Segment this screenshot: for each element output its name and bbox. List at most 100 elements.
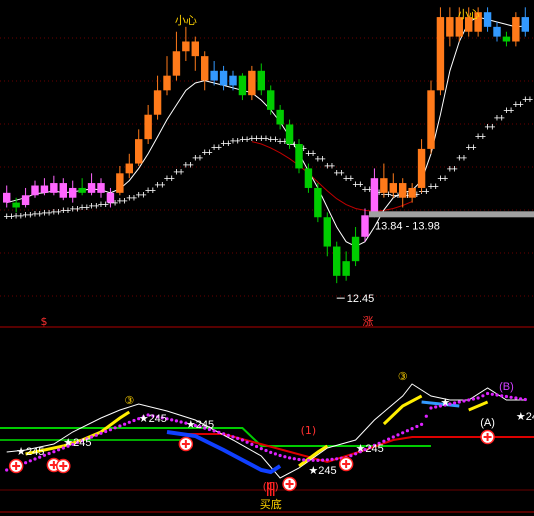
candle-body (219, 70, 228, 86)
candle-body (304, 168, 313, 188)
candle-body (144, 114, 152, 140)
warning-marker: 小心 (175, 14, 197, 27)
candle-body (21, 195, 30, 206)
stock-chart: ++++++++++++++++++++++ ++++++++++++++++++… (0, 0, 534, 516)
candle-body (97, 183, 105, 193)
candle-body (153, 90, 162, 115)
indicator-magenta-dot (245, 440, 249, 444)
indicator-magenta-dot (405, 429, 409, 433)
candle-body (389, 183, 397, 193)
candle-body (257, 70, 265, 91)
candle-body (78, 187, 86, 193)
candle-body (285, 124, 294, 145)
indicator-magenta-dot (514, 396, 518, 400)
signal-star-label: ★245 (186, 419, 214, 431)
ma-dot: + (461, 153, 467, 165)
indicator-magenta-dot (387, 437, 391, 441)
letter-label: (B) (499, 381, 514, 393)
candle-body (248, 70, 256, 96)
indicator-magenta-dot (99, 431, 103, 435)
ma-dot: + (527, 94, 533, 106)
candle-body (446, 17, 454, 37)
indicator-magenta-dot (113, 426, 117, 430)
warning-marker: 小心 (458, 8, 480, 21)
candle-body (361, 215, 369, 237)
indicator-magenta-dot (278, 453, 282, 458)
signal-star-label: ★245 (356, 443, 384, 455)
indicator-magenta-dot (292, 457, 296, 461)
candle-body (201, 56, 209, 81)
indicator-magenta-dot (170, 418, 174, 422)
candle-body (238, 75, 247, 96)
indicator-magenta-dot (523, 397, 527, 402)
signal-star-label: ★245 (139, 413, 167, 425)
indicator-magenta-dot (94, 433, 98, 437)
indicator-magenta-dot (467, 398, 471, 402)
indicator-magenta-dot (269, 450, 273, 454)
candle-body (417, 148, 426, 188)
circled-number-label: (1) (301, 424, 317, 437)
circled-number-label: ③ (398, 370, 408, 383)
candle-body (182, 41, 190, 52)
indicator-magenta-dot (240, 438, 244, 442)
indicator-magenta-dot (349, 454, 353, 458)
indicator-magenta-dot (434, 405, 438, 409)
indicator-magenta-dot (486, 391, 490, 396)
indicator-magenta-dot (415, 424, 419, 429)
candle-body (333, 246, 341, 276)
indicator-magenta-dot (264, 448, 268, 453)
letter-label: (A) (480, 417, 495, 429)
indicator-magenta-dot (490, 392, 494, 396)
candle-body (59, 183, 67, 198)
indicator-magenta-dot (476, 396, 480, 400)
ma-dot: + (451, 163, 457, 175)
price-range-label: 13.84 - 13.98 (375, 220, 440, 232)
indicator-magenta-dot (391, 435, 395, 439)
indicator-magenta-dot (321, 458, 325, 462)
indicator-magenta-dot (127, 420, 131, 424)
indicator-magenta-dot (226, 433, 230, 437)
indicator-magenta-dot (316, 458, 320, 462)
indicator-magenta-dot (288, 456, 292, 460)
indicator-magenta-dot (504, 394, 508, 399)
indicator-magenta-dot (424, 414, 428, 418)
indicator-magenta-dot (250, 442, 254, 446)
candle-body (87, 183, 96, 193)
indicator-magenta-dot (108, 428, 112, 432)
divider-marker: 涨 (363, 315, 374, 328)
candle-body (427, 90, 435, 149)
indicator-magenta-dot (453, 401, 457, 405)
indicator-magenta-dot (259, 447, 263, 451)
indicator-magenta-dot (410, 427, 414, 431)
candle-body (12, 202, 20, 208)
indicator-magenta-dot (123, 422, 127, 426)
candle-body (295, 144, 303, 169)
indicator-magenta-dot (104, 429, 108, 434)
indicator-magenta-dot (236, 436, 240, 440)
indicator-magenta-dot (500, 394, 504, 398)
indicator-magenta-dot (481, 394, 485, 398)
candle-body (521, 17, 529, 32)
candle-body (31, 185, 39, 196)
indicator-magenta-dot (302, 458, 306, 462)
indicator-magenta-dot (471, 397, 475, 401)
candle-body (210, 70, 218, 81)
candle-body (125, 163, 133, 174)
indicator-magenta-dot (396, 433, 400, 437)
signal-star-label: ★245 (16, 446, 44, 458)
signal-star-label: ★245 (63, 437, 91, 449)
candle-body (267, 90, 275, 110)
candle-body (380, 178, 388, 193)
indicator-magenta-dot (495, 393, 499, 397)
candle-body (493, 26, 501, 37)
indicator-magenta-dot (47, 451, 51, 456)
indicator-magenta-dot (222, 432, 226, 436)
indicator-magenta-dot (174, 419, 178, 423)
candle-body (3, 192, 11, 203)
buy-bottom-label: 买底 (260, 497, 282, 511)
ma-dot: + (470, 142, 476, 154)
indicator-magenta-dot (57, 448, 61, 452)
indicator-magenta-dot (118, 424, 122, 428)
indicator-magenta-dot (179, 420, 183, 424)
circled-number-label: ③ (124, 394, 134, 407)
